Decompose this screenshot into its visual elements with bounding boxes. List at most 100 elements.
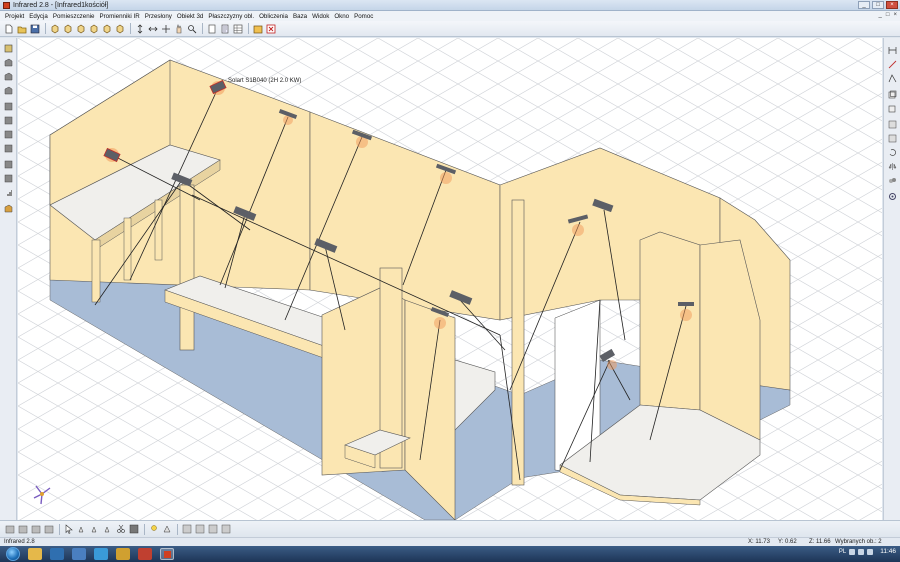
menu-pomieszczenie[interactable]: Pomieszczenie xyxy=(53,13,95,20)
mdi-close-button[interactable]: × xyxy=(893,12,897,18)
cube-view-front-icon[interactable] xyxy=(49,23,60,34)
gallery-pillar-2 xyxy=(123,217,132,281)
angle-tool-icon[interactable] xyxy=(887,74,897,83)
flag-icon[interactable] xyxy=(867,548,874,555)
new-file-icon[interactable] xyxy=(3,23,14,34)
select-tool-icon[interactable] xyxy=(3,44,13,53)
align-right-icon[interactable] xyxy=(887,134,897,143)
room-shape-2-icon[interactable] xyxy=(3,72,13,81)
ceiling-tool-icon[interactable] xyxy=(3,130,13,139)
layers-icon[interactable] xyxy=(887,90,897,99)
media-player-icon[interactable] xyxy=(50,548,64,560)
app-icon xyxy=(3,1,10,9)
move-horizontal-icon[interactable] xyxy=(147,23,158,34)
maximize-button[interactable]: □ xyxy=(872,1,884,9)
menu-widok[interactable]: Widok xyxy=(312,13,329,20)
view-mode-4-icon[interactable] xyxy=(43,524,54,535)
render-2-icon[interactable] xyxy=(194,524,205,535)
copy-icon[interactable] xyxy=(887,104,897,113)
render-4-icon[interactable] xyxy=(220,524,231,535)
save-icon[interactable] xyxy=(29,23,40,34)
block-tool-icon[interactable] xyxy=(3,160,13,169)
document-viewer-icon[interactable] xyxy=(138,548,152,560)
render-1-icon[interactable] xyxy=(181,524,192,535)
render-3-icon[interactable] xyxy=(207,524,218,535)
scissors-icon[interactable] xyxy=(115,524,126,535)
cube-view-left-icon[interactable] xyxy=(75,23,86,34)
measure-tool-icon[interactable] xyxy=(887,60,897,69)
mdi-restore-button[interactable]: □ xyxy=(886,12,890,18)
edit-face-icon[interactable] xyxy=(102,524,113,535)
menu-promienniki-ir[interactable]: Promienniki IR xyxy=(99,13,139,20)
dimension-tool-icon[interactable] xyxy=(887,46,897,55)
menu-obliczenia[interactable]: Obliczenia xyxy=(259,13,288,20)
mdi-minimize-button[interactable]: _ xyxy=(879,12,882,18)
cube-view-right-icon[interactable] xyxy=(88,23,99,34)
chrome-icon[interactable] xyxy=(116,548,130,560)
floor-tool-icon[interactable] xyxy=(3,116,13,125)
cursor-icon[interactable] xyxy=(63,524,74,535)
volume-icon[interactable] xyxy=(858,548,865,555)
stair-tool-icon[interactable] xyxy=(3,188,13,197)
document-icon[interactable] xyxy=(206,23,217,34)
cube-view-top-icon[interactable] xyxy=(101,23,112,34)
cancel-icon[interactable] xyxy=(265,23,276,34)
edit-edge-icon[interactable] xyxy=(89,524,100,535)
rotate-icon[interactable] xyxy=(887,148,897,157)
gallery-pillar-1 xyxy=(91,239,101,303)
scene-canvas: Solart S1B040 (2H 2.0 KW) xyxy=(18,38,882,520)
cube-view-back-icon[interactable] xyxy=(62,23,73,34)
column-tool-icon[interactable] xyxy=(3,144,13,153)
save-view-icon[interactable] xyxy=(128,524,139,535)
browser-icon[interactable] xyxy=(94,548,108,560)
snap-icon[interactable] xyxy=(161,524,172,535)
menu-edycja[interactable]: Edycja xyxy=(29,13,48,20)
view-mode-1-icon[interactable] xyxy=(4,524,15,535)
network-icon[interactable] xyxy=(849,548,856,555)
infrared-app-task-icon[interactable] xyxy=(160,548,174,560)
report-icon[interactable] xyxy=(219,23,230,34)
status-selected-count: Wybranych ob.: 2 xyxy=(835,539,882,545)
zoom-icon[interactable] xyxy=(186,23,197,34)
menu-baza[interactable]: Baza xyxy=(293,13,307,20)
room-shape-1-icon[interactable] xyxy=(3,58,13,67)
opening-tool-icon[interactable] xyxy=(3,174,13,183)
minimize-button[interactable]: _ xyxy=(858,1,870,9)
wall-tool-icon[interactable] xyxy=(3,102,13,111)
start-button[interactable] xyxy=(6,547,20,561)
table-icon[interactable] xyxy=(232,23,243,34)
cube-view-iso-icon[interactable] xyxy=(114,23,125,34)
language-indicator[interactable]: PL xyxy=(839,549,846,555)
open-folder-icon[interactable] xyxy=(16,23,27,34)
close-button[interactable]: × xyxy=(886,1,898,9)
mirror-icon[interactable] xyxy=(887,162,897,171)
window-title: Infrared 2.8 - [Infrared1kościół] xyxy=(13,1,109,9)
view-mode-3-icon[interactable] xyxy=(30,524,41,535)
settings-box-icon[interactable] xyxy=(252,23,263,34)
move-all-icon[interactable] xyxy=(160,23,171,34)
view-mode-2-icon[interactable] xyxy=(17,524,28,535)
menu-projekt[interactable]: Projekt xyxy=(5,13,24,20)
clock[interactable]: 11:46 xyxy=(880,548,896,555)
mail-icon[interactable] xyxy=(72,548,86,560)
light-icon[interactable] xyxy=(148,524,159,535)
gear-icon[interactable] xyxy=(887,192,897,201)
menu-przeslony[interactable]: Przesłony xyxy=(145,13,172,20)
menu-plaszczyzny-obl[interactable]: Płaszczyzny obl. xyxy=(208,13,254,20)
group-icon[interactable] xyxy=(887,176,897,185)
menu-okno[interactable]: Okno xyxy=(334,13,349,20)
object-tool-icon[interactable] xyxy=(3,204,13,213)
entrance-post-left xyxy=(511,199,525,486)
menu-obiekt-3d[interactable]: Obiekt 3d xyxy=(177,13,203,20)
explorer-icon[interactable] xyxy=(28,548,42,560)
taskbar: PL 11:46 xyxy=(0,546,900,562)
system-tray: PL 11:46 xyxy=(839,548,896,555)
edit-point-icon[interactable] xyxy=(76,524,87,535)
align-left-icon[interactable] xyxy=(887,120,897,129)
3d-viewport[interactable]: Solart S1B040 (2H 2.0 KW) xyxy=(18,38,882,520)
pan-hand-icon[interactable] xyxy=(173,23,184,34)
nave-column xyxy=(179,184,195,351)
menu-pomoc[interactable]: Pomoc xyxy=(354,13,373,20)
move-vertical-icon[interactable] xyxy=(134,23,145,34)
room-shape-3-icon[interactable] xyxy=(3,86,13,95)
